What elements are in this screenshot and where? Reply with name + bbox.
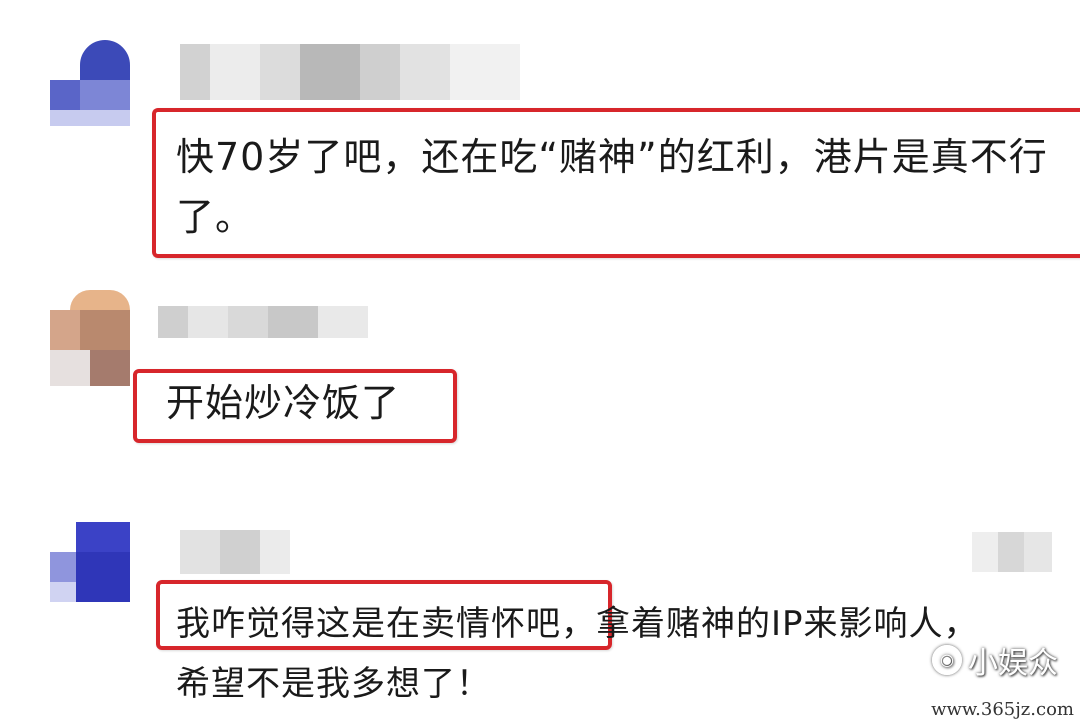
username-blurred[interactable] <box>180 530 290 574</box>
comment-text-line: 开始炒冷饭了 <box>166 381 401 425</box>
comment-text-line: 快70岁了吧，还在吃“赌神”的红利，港片是真不行 <box>176 135 1048 179</box>
watermark-url: www.365jz.com <box>931 699 1074 720</box>
watermark-brand: 小娱众 <box>968 646 1058 681</box>
comment-text-line: 希望不是我多想了！ <box>176 664 491 704</box>
comment-text-line: 了。 <box>176 195 255 239</box>
watermark: ◉ 小娱众 <box>932 638 1058 682</box>
comment-text-line: 我咋觉得这是在卖情怀吧，拿着赌神的IP来影响人， <box>176 604 979 644</box>
username-blurred[interactable] <box>158 306 368 338</box>
username-blurred[interactable] <box>180 44 520 100</box>
avatar[interactable] <box>50 290 130 386</box>
avatar[interactable] <box>50 40 130 126</box>
camera-icon: ◉ <box>932 645 962 675</box>
like-button-blurred[interactable] <box>972 532 1052 572</box>
avatar[interactable] <box>50 522 130 602</box>
